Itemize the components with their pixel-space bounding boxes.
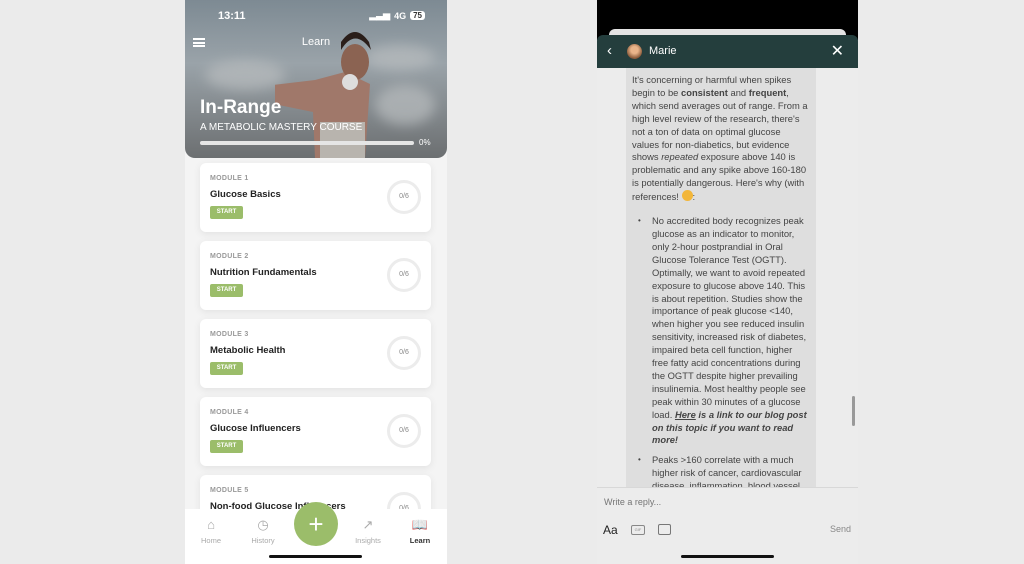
add-button[interactable]: + xyxy=(294,502,338,546)
tab-home[interactable]: ⌂ Home xyxy=(186,517,236,545)
module-title: Metabolic Health xyxy=(210,345,286,356)
signal-icon: ▂▃▅ xyxy=(369,10,391,20)
chat-screen: ‹ Marie ✕ It's concerning or harmful whe… xyxy=(597,0,858,564)
chat-header: ‹ Marie ✕ xyxy=(597,35,858,68)
list-item: No accredited body recognizes peak gluco… xyxy=(632,215,810,447)
close-icon[interactable]: ✕ xyxy=(831,41,844,61)
message-intro: It's concerning or harmful when spikes b… xyxy=(632,74,808,203)
plus-icon: + xyxy=(308,509,324,539)
book-icon: 📖 xyxy=(411,517,429,532)
image-icon[interactable] xyxy=(658,524,671,535)
message-bubble: It's concerning or harmful when spikes b… xyxy=(626,68,816,487)
send-button[interactable]: Send xyxy=(830,524,851,534)
course-hero[interactable]: 13:11 ▂▃▅ 4G 75 Learn In-Range A METABOL… xyxy=(185,0,447,158)
network-label: 4G xyxy=(394,10,407,21)
home-icon: ⌂ xyxy=(207,517,215,532)
course-title: In-Range xyxy=(200,97,282,118)
avatar xyxy=(627,44,642,59)
list-item: Peaks >160 correlate with a much higher … xyxy=(632,454,810,487)
battery-icon: 75 xyxy=(410,11,425,20)
module-number: MODULE 2 xyxy=(210,253,249,260)
tab-label: Learn xyxy=(409,536,431,545)
module-title: Glucose Influencers xyxy=(210,423,301,434)
start-button[interactable]: START xyxy=(210,440,243,453)
module-card[interactable]: MODULE 4 Glucose Influencers START 0/6 xyxy=(200,397,431,466)
page-title: Learn xyxy=(301,36,331,48)
start-button[interactable]: START xyxy=(210,362,243,375)
tab-label: History xyxy=(251,536,275,545)
composer: Aa GIF Send xyxy=(597,487,858,564)
emoji-icon xyxy=(681,190,693,202)
module-progress-ring: 0/6 xyxy=(387,180,421,214)
module-number: MODULE 4 xyxy=(210,409,249,416)
home-indicator xyxy=(269,555,362,558)
module-title: Nutrition Fundamentals xyxy=(210,267,317,278)
module-progress-ring: 0/6 xyxy=(387,414,421,448)
status-time: 13:11 xyxy=(218,10,246,22)
tab-insights[interactable]: ↗ Insights xyxy=(343,517,393,545)
module-number: MODULE 5 xyxy=(210,487,249,494)
trend-icon: ↗ xyxy=(362,517,374,532)
back-icon[interactable]: ‹ xyxy=(607,42,612,59)
start-button[interactable]: START xyxy=(210,284,243,297)
blog-link[interactable]: Here xyxy=(675,409,696,420)
module-number: MODULE 3 xyxy=(210,331,249,338)
module-progress-ring: 0/6 xyxy=(387,336,421,370)
learn-screen: 13:11 ▂▃▅ 4G 75 Learn In-Range A METABOL… xyxy=(185,0,447,564)
module-card[interactable]: MODULE 2 Nutrition Fundamentals START 0/… xyxy=(200,241,431,310)
start-button[interactable]: START xyxy=(210,206,243,219)
gif-button[interactable]: GIF xyxy=(631,525,645,535)
module-card[interactable]: MODULE 3 Metabolic Health START 0/6 xyxy=(200,319,431,388)
home-indicator xyxy=(681,555,774,558)
tab-label: Home xyxy=(200,536,221,545)
tab-history[interactable]: ◷ History xyxy=(238,517,288,545)
module-card[interactable]: MODULE 1 Glucose Basics START 0/6 xyxy=(200,163,431,232)
course-subtitle: A METABOLIC MASTERY COURSE xyxy=(200,122,363,133)
status-indicators: ▂▃▅ 4G 75 xyxy=(369,10,425,21)
course-progress-label: 0% xyxy=(419,138,431,147)
tab-label: Insights xyxy=(355,536,381,545)
module-number: MODULE 1 xyxy=(210,175,249,182)
scrollbar[interactable] xyxy=(852,396,855,426)
contact-name: Marie xyxy=(649,45,677,57)
module-title: Glucose Basics xyxy=(210,189,281,200)
format-text-button[interactable]: Aa xyxy=(603,523,618,537)
reply-input[interactable] xyxy=(604,497,804,507)
clock-icon: ◷ xyxy=(257,517,269,532)
course-progress-bar xyxy=(200,141,414,145)
module-progress-ring: 0/6 xyxy=(387,258,421,292)
tab-learn[interactable]: 📖 Learn xyxy=(395,517,445,545)
